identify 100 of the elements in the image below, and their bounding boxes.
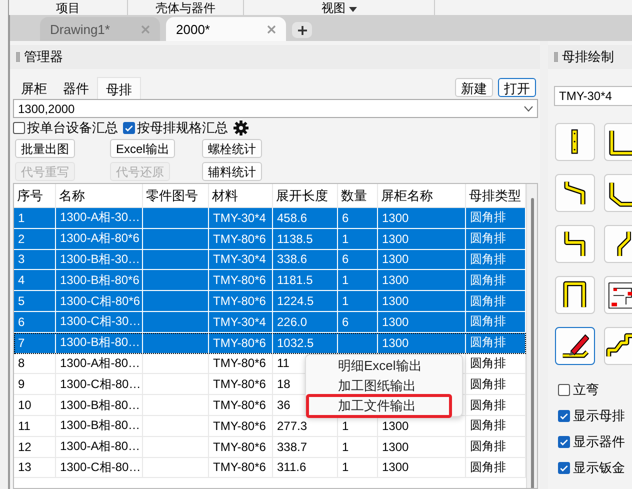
table-row[interactable]: 5 1300-C相-80*6 TMY-80*6 1224.5 1 1300 圆角排 <box>14 291 526 312</box>
table-cell: 1 <box>342 232 349 246</box>
checkbox[interactable] <box>558 436 570 448</box>
table-cell: 圆角排 <box>470 438 506 456</box>
table-cell: 圆角排 <box>470 354 506 372</box>
table-cell: 2 <box>18 232 25 246</box>
close-icon[interactable] <box>267 24 276 34</box>
table-cell: 圆角排 <box>470 417 506 434</box>
checkbox[interactable] <box>123 122 135 134</box>
table-row[interactable]: 3 1300-B相-30… TMY-30*4 338.6 6 1300 圆角排 <box>14 250 526 270</box>
table-cell: TMY-80*6 <box>213 232 266 246</box>
table-cell: 1300 <box>382 232 409 246</box>
panel-title: 母排绘制 <box>562 48 614 66</box>
checkbox-label: 显示钣金 <box>573 458 625 476</box>
table-cell: 1 <box>342 273 349 288</box>
table-cell: 圆角排 <box>470 396 506 414</box>
table-cell: 1 <box>18 210 25 225</box>
project-dropdown[interactable]: 1300,2000 <box>13 99 538 118</box>
table-row[interactable]: 2 1300-A相-80*6 TMY-80*6 1138.5 1 1300 圆角排 <box>14 228 526 250</box>
tab[interactable]: 屏柜 <box>13 77 55 99</box>
table-cell: TMY-80*6 <box>213 377 266 392</box>
checkbox[interactable] <box>558 462 570 474</box>
menu-item[interactable]: 明细Excel输出 <box>306 356 462 376</box>
table-cell: TMY-80*6 <box>213 418 266 433</box>
table-cell: 12 <box>18 440 32 454</box>
busbar-shape-icon <box>571 129 579 155</box>
table-cell: 8 <box>18 356 25 370</box>
checkbox[interactable] <box>13 122 25 134</box>
table-row[interactable]: 12 1300-A相-80… TMY-80*6 338.7 1 1300 圆角排 <box>14 436 526 458</box>
table-cell: 5 <box>18 294 25 308</box>
material-dropdown[interactable]: TMY-30*4 <box>554 86 632 106</box>
scrollbar-thumb[interactable] <box>530 198 534 488</box>
table-cell: 6 <box>342 314 349 329</box>
busbar-shape-icon <box>606 332 632 360</box>
table-cell: 1300-B相-30… <box>60 250 140 268</box>
table-cell: 1300 <box>382 273 409 288</box>
table-cell: 圆角排 <box>470 334 506 352</box>
tab[interactable]: 母排 <box>97 77 141 99</box>
table-cell: 1300 <box>382 460 409 474</box>
table-cell: 311.6 <box>277 460 306 474</box>
busbar-shape-icon <box>608 180 632 206</box>
table-cell: 1300 <box>382 210 409 225</box>
checkbox-label: 立弯 <box>573 380 599 398</box>
table-row[interactable]: 7 1300-B相-80… TMY-80*6 1032.5 1300 圆角排 <box>14 332 526 354</box>
new-tab-button[interactable] <box>292 22 312 38</box>
table-cell: 1300-B相-80… <box>60 334 140 352</box>
table-cell: 圆角排 <box>470 230 506 248</box>
table-cell: 1 <box>342 294 349 308</box>
table-cell: 1181.5 <box>277 273 313 288</box>
table-cell: 1300-A相-80… <box>60 438 140 456</box>
document-tab[interactable]: 2000* <box>166 17 286 41</box>
table-cell: 1300-A相-30… <box>60 209 140 226</box>
table-cell: 1 <box>342 460 349 474</box>
busbar-shape-icon <box>564 229 586 259</box>
table-cell: 18 <box>277 377 290 392</box>
document-tab[interactable]: Drawing1* <box>40 17 160 41</box>
table-cell: 1300-C相-80… <box>60 376 141 393</box>
table-cell: 7 <box>18 336 25 350</box>
checkbox-label: 按单台设备汇总 <box>27 119 118 137</box>
action-button[interactable]: 打开 <box>498 78 536 97</box>
table-row[interactable]: 13 1300-C相-80… TMY-80*6 311.6 1 1300 圆角排 <box>14 458 526 478</box>
table-cell: 圆角排 <box>470 209 506 226</box>
table-cell: 4 <box>18 273 25 288</box>
table-row[interactable]: 6 1300-C相-30… TMY-30*4 226.0 6 1300 圆角排 <box>14 312 526 333</box>
table-cell: 1300 <box>382 294 409 308</box>
table-cell: TMY-80*6 <box>213 336 266 350</box>
table-cell: TMY-80*6 <box>213 398 266 412</box>
panel-title: 管理器 <box>24 48 63 66</box>
tool-button[interactable] <box>555 327 595 365</box>
toolbar-button[interactable]: 螺栓统计 <box>202 139 262 158</box>
checkbox[interactable] <box>558 410 570 422</box>
busbar-shape-icon <box>560 334 590 358</box>
toolbar-button[interactable]: 辅料统计 <box>202 162 262 181</box>
table-cell: 圆角排 <box>470 376 506 393</box>
table-cell: 圆角排 <box>470 250 506 268</box>
checkbox[interactable] <box>558 384 570 396</box>
table-cell: 3 <box>18 252 25 266</box>
table-cell: 226.0 <box>277 314 308 329</box>
table-cell: 36 <box>277 398 290 412</box>
toolbar-button[interactable]: 批量出图 <box>15 139 75 158</box>
table-cell: 1300 <box>382 418 409 433</box>
menu-item[interactable]: 加工图纸输出 <box>306 376 462 396</box>
table-cell: 1138.5 <box>277 232 313 246</box>
gear-icon[interactable] <box>233 120 249 136</box>
checkbox-label: 按母排规格汇总 <box>137 119 228 137</box>
table-cell: 1300-C相-30… <box>60 313 141 330</box>
table-cell: 11 <box>18 418 30 433</box>
table-cell: 13 <box>18 460 32 474</box>
table-cell: 1 <box>342 440 349 454</box>
action-button[interactable]: 新建 <box>455 78 493 97</box>
tab[interactable]: 器件 <box>55 77 97 99</box>
table-cell: 11 <box>277 356 290 370</box>
plus-icon <box>298 26 306 34</box>
table-row[interactable]: 1 1300-A相-30… TMY-30*4 458.6 6 1300 圆角排 <box>14 208 526 229</box>
table-cell: TMY-80*6 <box>213 356 266 370</box>
toolbar-button[interactable]: Excel输出 <box>110 139 176 158</box>
menu-item[interactable]: 加工文件输出 <box>306 396 462 416</box>
table-row[interactable]: 4 1300-B相-80*6 TMY-80*6 1181.5 1 1300 圆角排 <box>14 270 526 292</box>
table-cell: TMY-80*6 <box>213 460 266 474</box>
table-cell: 277.3 <box>277 418 308 433</box>
